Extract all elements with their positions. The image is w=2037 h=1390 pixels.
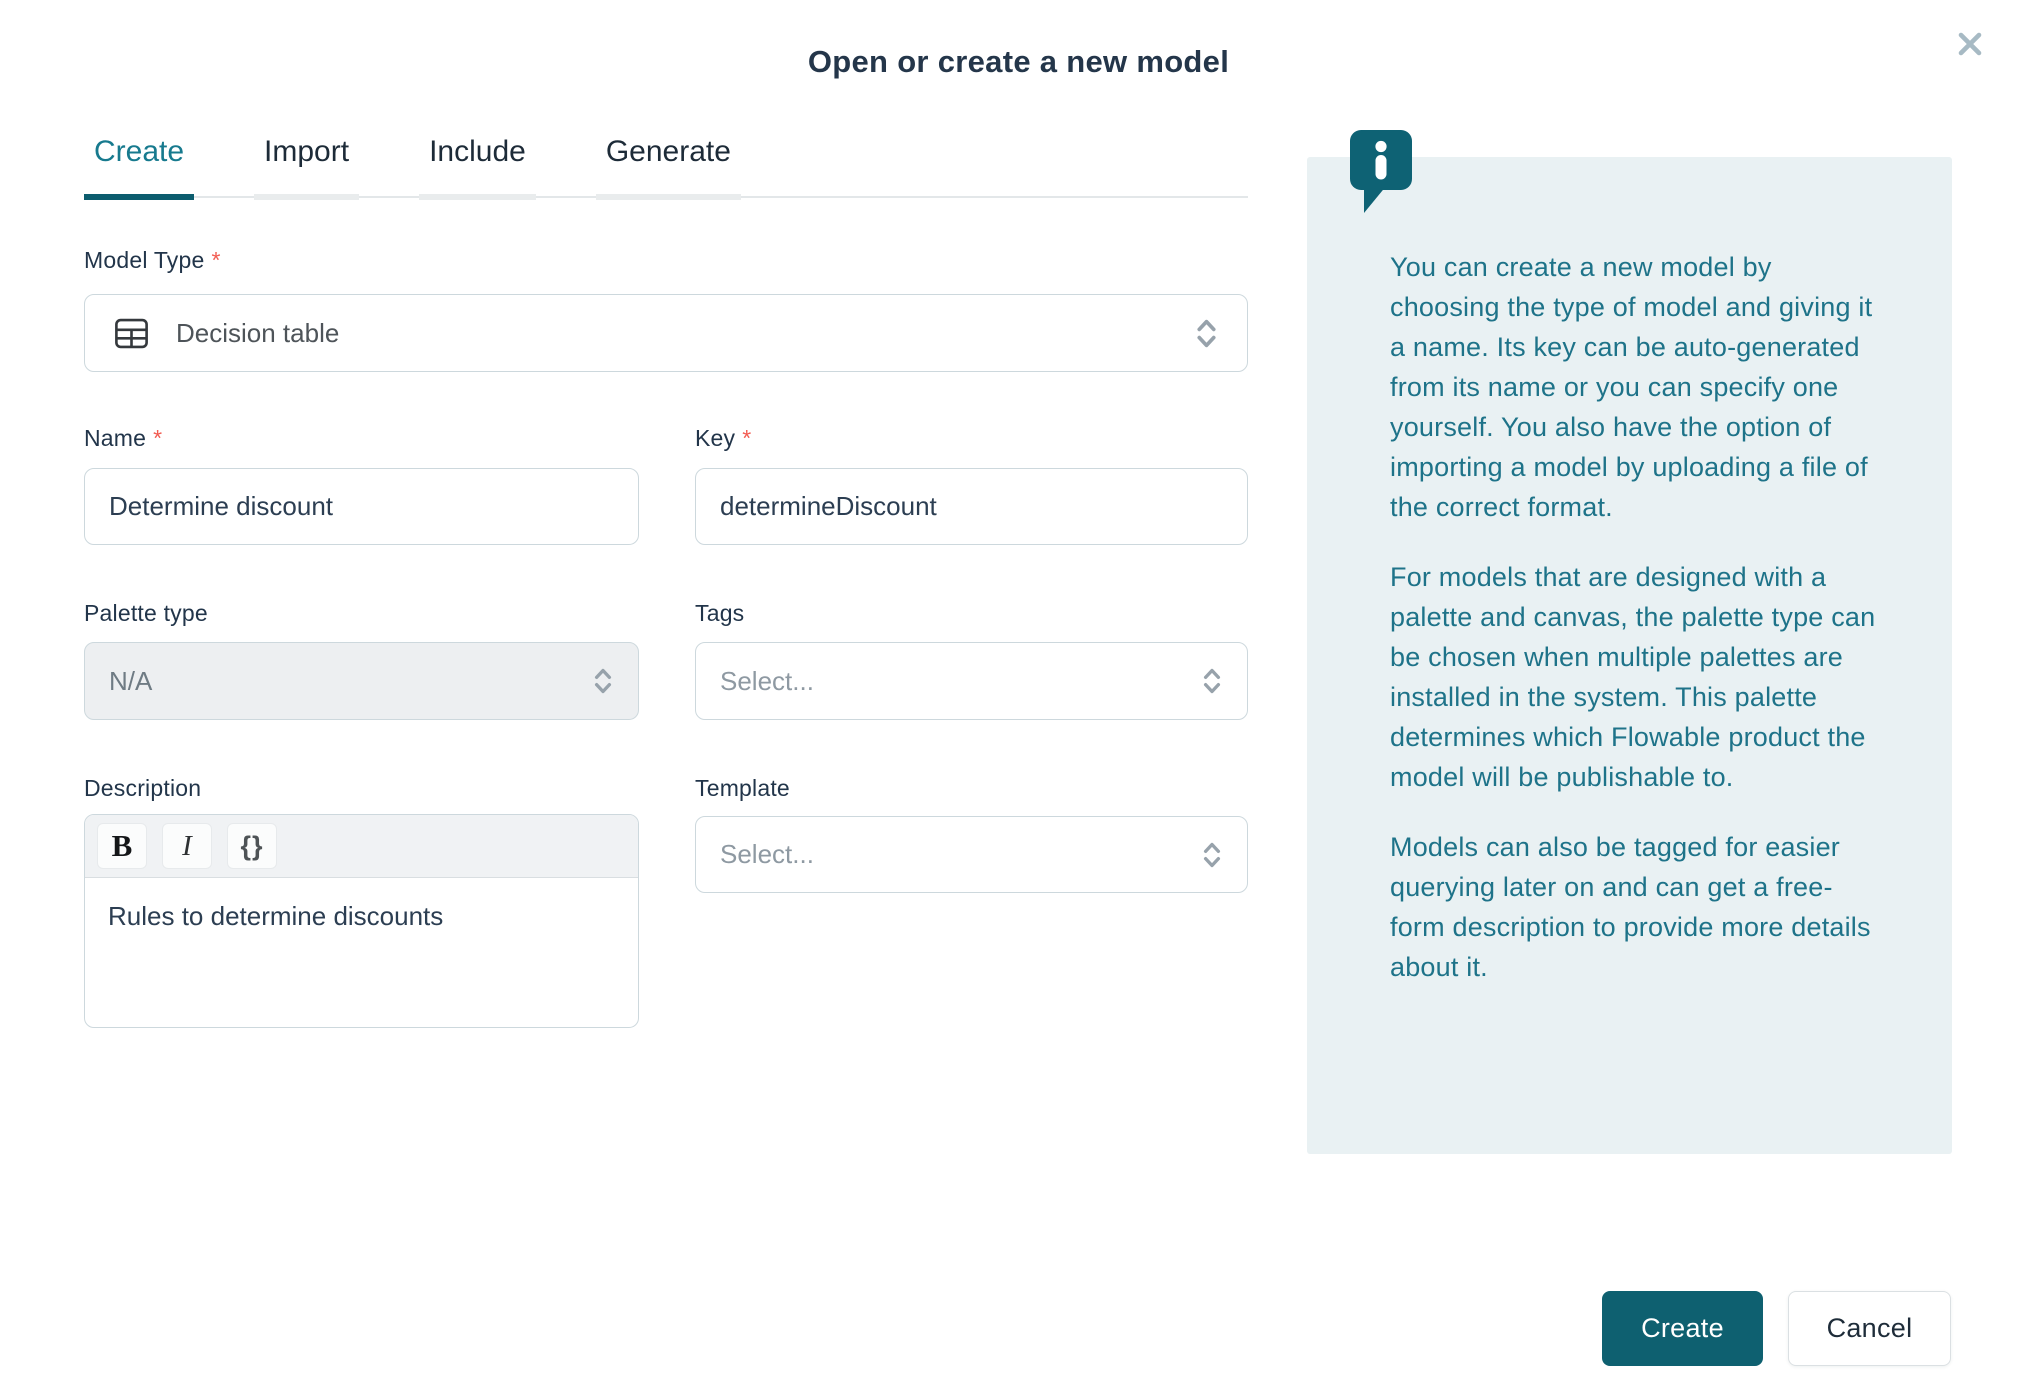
model-type-label: Model Type * <box>84 247 221 273</box>
required-marker: * <box>153 425 163 451</box>
key-label: Key * <box>695 425 752 451</box>
palette-type-label: Palette type <box>84 600 208 626</box>
chevron-up-down-icon <box>1203 842 1221 867</box>
tags-label: Tags <box>695 600 745 626</box>
italic-button[interactable]: I <box>162 823 212 869</box>
close-button[interactable] <box>1948 22 1992 66</box>
tab-bar: Create Import Include Generate <box>84 135 1248 200</box>
chevron-up-down-icon <box>594 668 612 694</box>
info-paragraph: You can create a new model by choosing t… <box>1390 252 1873 522</box>
model-type-value: Decision table <box>176 317 340 348</box>
palette-type-value: N/A <box>109 665 153 696</box>
decision-table-icon <box>115 318 148 348</box>
chevron-up-down-icon <box>1203 668 1221 694</box>
tab-create[interactable]: Create <box>84 135 195 200</box>
cancel-button[interactable]: Cancel <box>1788 1291 1951 1366</box>
info-speech-bubble-icon <box>1350 130 1412 213</box>
template-placeholder: Select... <box>720 839 814 869</box>
description-editor[interactable]: B I {} Rules to determine discounts <box>84 814 639 1028</box>
tab-generate[interactable]: Generate <box>595 135 741 200</box>
template-label: Template <box>695 775 790 801</box>
info-paragraph: Models can also be tagged for easier que… <box>1390 832 1871 982</box>
description-toolbar: B I {} <box>85 815 638 878</box>
name-field[interactable] <box>84 468 639 545</box>
required-marker: * <box>211 247 221 273</box>
info-paragraph: For models that are designed with a pale… <box>1390 562 1876 792</box>
model-type-select[interactable]: Decision table <box>84 294 1248 372</box>
description-content[interactable]: Rules to determine discounts <box>85 878 638 954</box>
page-title: Open or create a new model <box>807 44 1230 79</box>
chevron-up-down-icon <box>1197 319 1216 347</box>
template-select[interactable]: Select... <box>695 816 1248 893</box>
key-field[interactable] <box>695 468 1248 545</box>
tags-select[interactable]: Select... <box>695 642 1248 720</box>
code-braces-button[interactable]: {} <box>227 823 277 869</box>
palette-type-select: N/A <box>84 642 639 720</box>
close-icon <box>1958 32 1982 56</box>
name-label: Name * <box>84 425 163 451</box>
description-label: Description <box>84 775 202 801</box>
required-marker: * <box>742 425 752 451</box>
create-button[interactable]: Create <box>1602 1291 1763 1366</box>
tab-include[interactable]: Include <box>419 135 536 200</box>
bold-button[interactable]: B <box>97 823 147 869</box>
info-panel-text: You can create a new model by choosing t… <box>1307 157 1952 987</box>
info-panel: You can create a new model by choosing t… <box>1307 130 1952 1154</box>
tab-import[interactable]: Import <box>254 135 360 200</box>
tags-placeholder: Select... <box>720 665 814 696</box>
